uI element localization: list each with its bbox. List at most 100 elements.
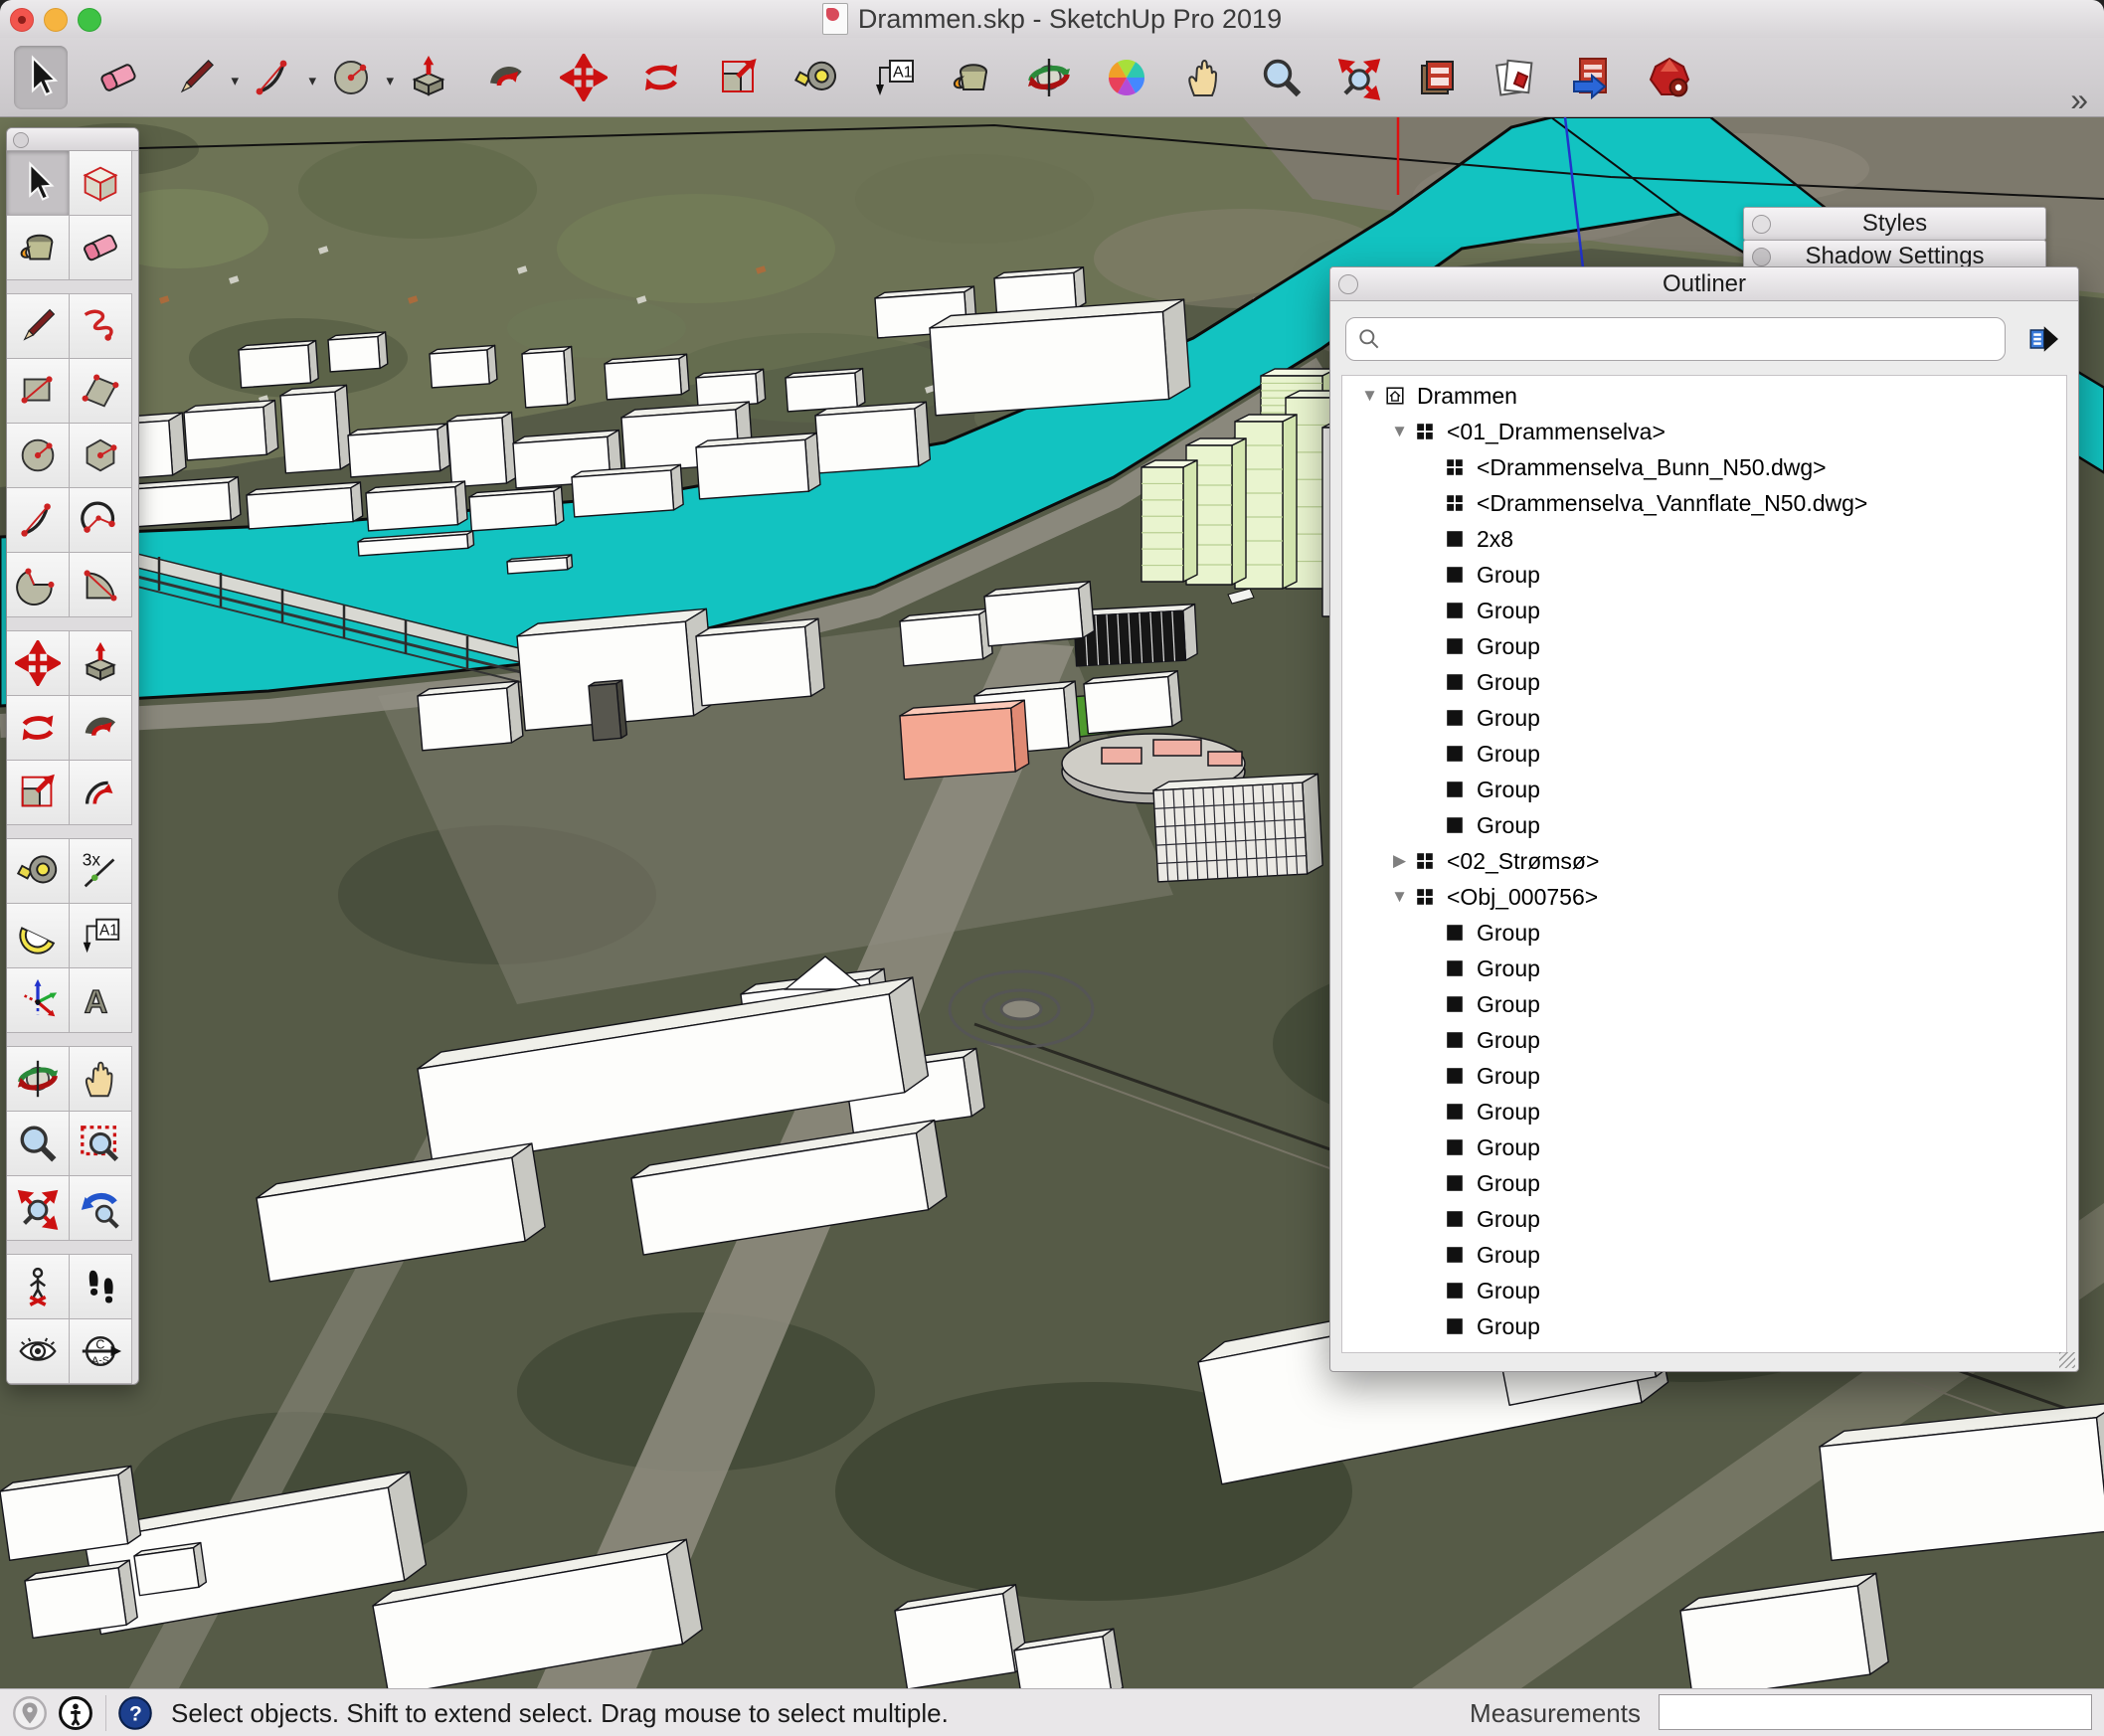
palette-section-plane-button[interactable]: CA-S: [69, 1318, 132, 1384]
outliner-item[interactable]: <Drammenselva_Bunn_N50.dwg>: [1342, 449, 2066, 485]
toolbar-overflow-chevron[interactable]: »: [2070, 89, 2088, 109]
outliner-item[interactable]: Group: [1342, 1273, 2066, 1308]
palette-paint-bucket-button[interactable]: [6, 215, 70, 280]
palette-follow-me-button[interactable]: [69, 695, 132, 761]
toolbar-eraser-button[interactable]: [91, 46, 145, 109]
toolbar-send-to-layout-button[interactable]: [1410, 46, 1464, 109]
palette-walk-button[interactable]: [69, 1254, 132, 1319]
outliner-item[interactable]: Group: [1342, 736, 2066, 772]
palette-polygon-button[interactable]: [69, 423, 132, 488]
outliner-collapse-button[interactable]: [1338, 274, 1358, 294]
outliner-item[interactable]: Group: [1342, 1165, 2066, 1201]
expander-open-icon[interactable]: ▼: [1356, 386, 1383, 406]
outliner-item[interactable]: Group: [1342, 772, 2066, 807]
resize-handle[interactable]: [2059, 1352, 2075, 1368]
styles-collapse-button[interactable]: [1752, 215, 1771, 234]
outliner-details-button[interactable]: [2022, 319, 2064, 359]
outliner-item[interactable]: Group: [1342, 1308, 2066, 1344]
palette-eraser-button[interactable]: [69, 215, 132, 280]
toolbar-zoom-button[interactable]: [1255, 46, 1309, 109]
expander-open-icon[interactable]: ▼: [1386, 887, 1413, 907]
outliner-item[interactable]: Group: [1342, 664, 2066, 700]
palette-zoom-extents-button[interactable]: [6, 1175, 70, 1241]
outliner-search-box[interactable]: [1345, 317, 2006, 361]
toolbar-circle-button[interactable]: ▾: [324, 46, 378, 109]
outliner-item[interactable]: Group: [1342, 915, 2066, 951]
outliner-item[interactable]: Group: [1342, 700, 2066, 736]
toolbar-select-button[interactable]: [14, 46, 68, 109]
outliner-item[interactable]: Group: [1342, 628, 2066, 664]
outliner-item[interactable]: ▼Drammen: [1342, 378, 2066, 414]
help-icon[interactable]: ?: [117, 1695, 153, 1731]
dropdown-caret-icon[interactable]: ▾: [231, 72, 239, 89]
outliner-item[interactable]: ▼<Obj_000756>: [1342, 879, 2066, 915]
outliner-item[interactable]: Group: [1342, 951, 2066, 986]
outliner-search-input[interactable]: [1390, 325, 2005, 353]
outliner-item[interactable]: Group: [1342, 1058, 2066, 1094]
shadow-settings-collapse-button[interactable]: [1752, 248, 1771, 266]
toolbar-extension-manager-button[interactable]: [1643, 46, 1696, 109]
outliner-item[interactable]: Group: [1342, 557, 2066, 593]
palette-rectangle-button[interactable]: [6, 358, 70, 424]
palette-previous-button[interactable]: [69, 1175, 132, 1241]
outliner-item[interactable]: Group: [1342, 1237, 2066, 1273]
palette-push-pull-button[interactable]: [69, 630, 132, 696]
palette-zoom-window-button[interactable]: [69, 1111, 132, 1176]
outliner-item[interactable]: Group: [1342, 1094, 2066, 1129]
toolbar-tape-measure-button[interactable]: [789, 46, 843, 109]
palette-dimension-button[interactable]: 3x: [69, 838, 132, 904]
outliner-item[interactable]: <Drammenselva_Vannflate_N50.dwg>: [1342, 485, 2066, 521]
measurements-input[interactable]: [1659, 1694, 2092, 1730]
palette-close-button[interactable]: [13, 132, 29, 148]
dropdown-caret-icon[interactable]: ▾: [386, 72, 394, 89]
dropdown-caret-icon[interactable]: ▾: [308, 72, 316, 89]
outliner-item[interactable]: Group: [1342, 807, 2066, 843]
palette-arc-seg-button[interactable]: [69, 552, 132, 617]
palette-look-around-button[interactable]: [6, 1318, 70, 1384]
palette-circle-button[interactable]: [6, 423, 70, 488]
outliner-item[interactable]: Group: [1342, 986, 2066, 1022]
palette-arc-2pt-button[interactable]: [6, 487, 70, 553]
palette-tape-measure-button[interactable]: [6, 838, 70, 904]
outliner-item[interactable]: Group: [1342, 593, 2066, 628]
outliner-item[interactable]: Group: [1342, 1201, 2066, 1237]
toolbar-follow-me-button[interactable]: [479, 46, 533, 109]
palette-orbit-button[interactable]: [6, 1046, 70, 1112]
toolbar-orbit-button[interactable]: [1022, 46, 1076, 109]
palette-rotated-rectangle-button[interactable]: [69, 358, 132, 424]
palette-protractor-button[interactable]: [6, 903, 70, 968]
toolbar-paint-bucket-button[interactable]: [945, 46, 998, 109]
palette-pan-button[interactable]: [69, 1046, 132, 1112]
palette-move-button[interactable]: [6, 630, 70, 696]
toolbar-text-button[interactable]: A1: [867, 46, 921, 109]
palette-pie-button[interactable]: [6, 552, 70, 617]
palette-freehand-button[interactable]: [69, 293, 132, 359]
toolbar-3d-warehouse-button[interactable]: [1488, 46, 1541, 109]
palette-select-button[interactable]: [6, 150, 70, 216]
palette-scale-button[interactable]: [6, 760, 70, 825]
palette-axes-button[interactable]: [6, 967, 70, 1033]
expander-open-icon[interactable]: ▼: [1386, 422, 1413, 441]
palette-arc-3pt-button[interactable]: [69, 487, 132, 553]
toolbar-color-wheel-button[interactable]: [1100, 46, 1153, 109]
expander-closed-icon[interactable]: ▶: [1386, 851, 1413, 871]
toolbar-zoom-extents-button[interactable]: [1332, 46, 1386, 109]
toolbar-export-document-button[interactable]: [1565, 46, 1619, 109]
toolbar-line-button[interactable]: ▾: [169, 46, 223, 109]
toolbar-move-button[interactable]: [557, 46, 611, 109]
toolbar-scale-button[interactable]: [712, 46, 766, 109]
outliner-item[interactable]: ▶<02_Strømsø>: [1342, 843, 2066, 879]
geolocation-icon[interactable]: [12, 1695, 48, 1731]
outliner-item[interactable]: ▼<01_Drammenselva>: [1342, 414, 2066, 449]
palette-offset-button[interactable]: [69, 760, 132, 825]
attribution-icon[interactable]: [58, 1695, 93, 1731]
styles-panel-bar[interactable]: Styles: [1743, 207, 2046, 241]
outliner-item[interactable]: 2x8: [1342, 521, 2066, 557]
palette-rotate-button[interactable]: [6, 695, 70, 761]
outliner-item[interactable]: Group: [1342, 1129, 2066, 1165]
palette-zoom-button[interactable]: [6, 1111, 70, 1176]
palette-line-button[interactable]: [6, 293, 70, 359]
toolbar-pan-button[interactable]: [1177, 46, 1231, 109]
toolbar-arc-2pt-button[interactable]: ▾: [247, 46, 300, 109]
palette-3d-text-button[interactable]: A: [69, 967, 132, 1033]
